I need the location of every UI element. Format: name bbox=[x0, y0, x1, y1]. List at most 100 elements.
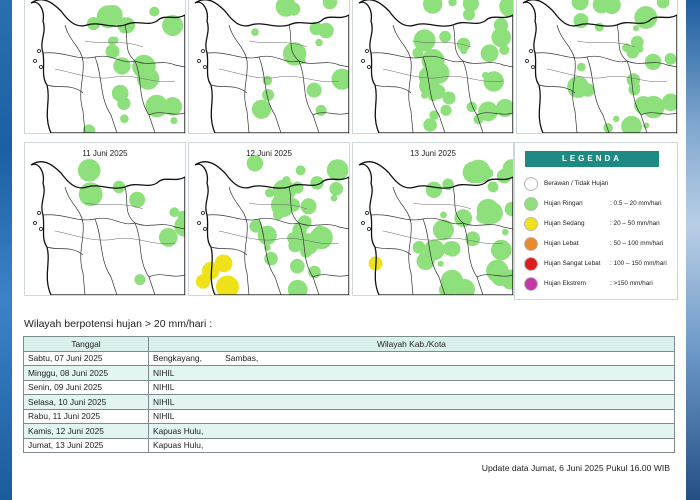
island-shape bbox=[201, 49, 205, 53]
river-line bbox=[412, 202, 472, 210]
row-date: Jumat, 13 Juni 2025 bbox=[23, 437, 149, 453]
rain-light-patch bbox=[499, 0, 513, 18]
rain-light-patch bbox=[571, 0, 589, 11]
island-shape bbox=[37, 49, 41, 53]
district-boundary bbox=[392, 24, 414, 133]
island-shape bbox=[197, 221, 201, 225]
rain-light-patch bbox=[134, 274, 146, 286]
map-graphic bbox=[194, 0, 349, 133]
rain-light-patch bbox=[621, 115, 642, 133]
legend-range: : >150 mm/hari bbox=[610, 280, 653, 287]
forecast-map-4 bbox=[516, 0, 678, 134]
river-line bbox=[546, 68, 668, 83]
table-row: Jumat, 13 Juni 2025 Kapuas Hulu, bbox=[23, 437, 675, 453]
island-shape bbox=[361, 59, 365, 63]
legend-label: Hujan Sedang bbox=[544, 220, 585, 227]
legend-label: Hujan Ekstrem bbox=[544, 280, 586, 287]
map-graphic bbox=[194, 155, 349, 295]
map-date-label: 13 Juni 2025 bbox=[410, 149, 456, 158]
island-shape bbox=[203, 65, 207, 69]
table-row: Selasa, 10 Juni 2025 NIHIL bbox=[23, 394, 675, 410]
rain-light-patch bbox=[315, 104, 327, 116]
map-date-label: 11 Juni 2025 bbox=[82, 149, 128, 158]
island-shape bbox=[33, 221, 37, 225]
rain-light-patch bbox=[594, 22, 604, 32]
row-date: Kamis, 12 Juni 2025 bbox=[23, 423, 149, 439]
rain-light-patch bbox=[169, 207, 180, 218]
rain-light-patch bbox=[613, 115, 620, 123]
rain-light-patch bbox=[287, 2, 301, 16]
rain-light-patch bbox=[170, 117, 178, 125]
island-shape bbox=[39, 65, 43, 69]
rain-light-patch bbox=[412, 241, 426, 254]
row-region: Kapuas Hulu, bbox=[148, 423, 675, 439]
island-shape bbox=[39, 227, 43, 231]
row-region: NIHIL bbox=[148, 408, 675, 424]
rain-light-patch bbox=[567, 76, 589, 98]
rain-light-patch bbox=[491, 27, 511, 48]
rain-region-table: Tanggal Wilayah Kab./Kota Sabtu, 07 Juni… bbox=[23, 336, 675, 453]
rain-light-patch bbox=[497, 101, 508, 112]
rain-light-patch bbox=[129, 191, 146, 208]
map-date-label: 12 Juni 2025 bbox=[246, 149, 292, 158]
district-boundary bbox=[210, 246, 248, 256]
row-date: Senin, 09 Juni 2025 bbox=[23, 379, 149, 395]
rain-light-patch bbox=[444, 241, 461, 257]
rain-light-patch bbox=[107, 36, 117, 46]
legend-swatch bbox=[524, 257, 538, 271]
forecast-map-1 bbox=[24, 0, 186, 134]
river-line bbox=[218, 68, 340, 83]
rain-light-patch bbox=[149, 6, 160, 17]
row-date: Rabu, 11 Juni 2025 bbox=[23, 408, 149, 424]
row-date: Selasa, 10 Juni 2025 bbox=[23, 394, 149, 410]
rain-light-patch bbox=[478, 101, 498, 122]
rain-light-patch bbox=[437, 260, 444, 267]
rain-light-patch bbox=[502, 228, 509, 236]
legend-panel: LEGENDA Berawan / Tidak Hujan Hujan Ringa… bbox=[514, 142, 678, 300]
rain-light-patch bbox=[330, 194, 338, 202]
rain-light-patch bbox=[287, 279, 308, 295]
row-date: Minggu, 08 Juni 2025 bbox=[23, 365, 149, 381]
rain-light-patch bbox=[633, 25, 639, 32]
rain-light-patch bbox=[77, 159, 101, 182]
rain-light-patch bbox=[466, 101, 477, 113]
map-graphic bbox=[30, 0, 185, 133]
legend-swatch bbox=[524, 237, 538, 251]
legend-swatch bbox=[524, 197, 538, 211]
table-header-row: Tanggal Wilayah Kab./Kota bbox=[23, 336, 675, 352]
island-shape bbox=[203, 227, 207, 231]
right-edge-decoration bbox=[686, 0, 700, 500]
district-boundary bbox=[42, 214, 136, 225]
table-row: Senin, 09 Juni 2025 NIHIL bbox=[23, 379, 675, 395]
rain-light-patch bbox=[113, 57, 131, 75]
district-boundary bbox=[370, 214, 464, 225]
rain-light-patch bbox=[322, 0, 338, 10]
row-date: Sabtu, 07 Juni 2025 bbox=[23, 350, 149, 366]
table-row: Kamis, 12 Juni 2025 Kapuas Hulu, bbox=[23, 423, 675, 439]
rain-light-patch bbox=[117, 96, 131, 111]
rain-light-patch bbox=[424, 239, 445, 261]
rain-moderate-patch bbox=[214, 254, 233, 273]
rain-light-patch bbox=[412, 47, 424, 59]
legend-label: Hujan Lebat bbox=[544, 240, 579, 247]
row-region: NIHIL bbox=[148, 394, 675, 410]
table-row: Rabu, 11 Juni 2025 NIHIL bbox=[23, 408, 675, 424]
rain-light-patch bbox=[326, 159, 349, 181]
rain-light-patch bbox=[492, 248, 500, 256]
rain-light-patch bbox=[448, 0, 457, 7]
forecast-map-6: 12 Juni 2025 bbox=[188, 142, 350, 296]
district-boundary bbox=[374, 246, 412, 256]
island-shape bbox=[367, 227, 371, 231]
rain-light-patch bbox=[626, 73, 641, 87]
legend-range: : 20 – 50 mm/hari bbox=[610, 220, 660, 227]
rain-light-patch bbox=[462, 161, 485, 184]
district-boundary bbox=[210, 84, 248, 94]
rain-light-patch bbox=[158, 228, 178, 247]
header-region: Wilayah Kab./Kota bbox=[148, 336, 675, 352]
forecast-map-3 bbox=[352, 0, 514, 134]
rain-light-patch bbox=[120, 114, 129, 123]
rain-light-patch bbox=[423, 118, 437, 132]
rain-light-patch bbox=[496, 168, 512, 184]
island-shape bbox=[525, 59, 529, 63]
map-graphic bbox=[358, 159, 513, 295]
